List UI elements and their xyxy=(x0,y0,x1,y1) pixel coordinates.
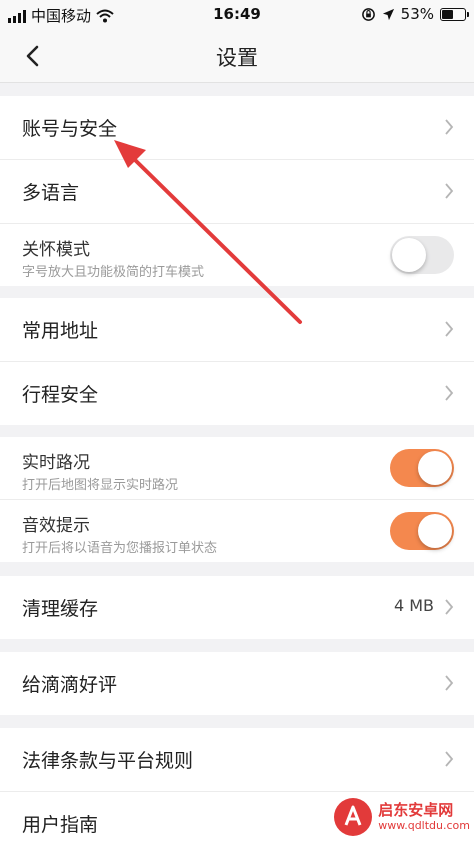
chevron-right-icon xyxy=(445,183,454,199)
watermark-logo-icon xyxy=(334,798,373,836)
page-title: 设置 xyxy=(216,46,258,70)
settings-row-legal-terms[interactable]: 法律条款与平台规则 xyxy=(0,728,474,792)
toggle-knob xyxy=(392,238,426,272)
settings-group-features: 实时路况 打开后地图将显示实时路况 音效提示 打开后将以语音为您播报订单状态 xyxy=(0,437,474,562)
settings-row-care-mode: 关怀模式 字号放大且功能极简的打车模式 xyxy=(0,224,474,286)
chevron-right-icon xyxy=(445,119,454,135)
row-label: 多语言 xyxy=(22,182,80,204)
settings-group-cache: 清理缓存 4 MB xyxy=(0,576,474,639)
live-traffic-toggle[interactable] xyxy=(390,449,454,487)
watermark: 启东安卓网 www.qdltdu.com xyxy=(333,797,470,837)
battery-percent: 53% xyxy=(400,5,434,23)
row-label: 常用地址 xyxy=(22,320,99,342)
settings-row-live-traffic: 实时路况 打开后地图将显示实时路况 xyxy=(0,437,474,500)
toggle-knob xyxy=(418,514,452,548)
row-label: 用户指南 xyxy=(22,814,99,836)
sound-prompt-toggle[interactable] xyxy=(390,512,454,550)
settings-row-sound-prompt: 音效提示 打开后将以语音为您播报订单状态 xyxy=(0,500,474,562)
chevron-right-icon xyxy=(445,751,454,767)
row-label: 清理缓存 xyxy=(22,598,99,620)
settings-row-common-addresses[interactable]: 常用地址 xyxy=(0,298,474,362)
care-mode-toggle[interactable] xyxy=(390,236,454,274)
cache-size: 4 MB xyxy=(393,596,434,615)
row-subtitle: 字号放大且功能极简的打车模式 xyxy=(22,265,205,280)
settings-group-trip: 常用地址 行程安全 xyxy=(0,298,474,425)
row-subtitle: 打开后地图将显示实时路况 xyxy=(22,478,179,493)
settings-row-rate-app[interactable]: 给滴滴好评 xyxy=(0,652,474,715)
toggle-knob xyxy=(418,451,452,485)
settings-row-clear-cache[interactable]: 清理缓存 4 MB xyxy=(0,576,474,639)
status-bar: 中国移动 16:49 53% xyxy=(0,0,474,30)
row-label: 行程安全 xyxy=(22,384,99,406)
row-label: 实时路况 xyxy=(22,453,90,473)
location-icon xyxy=(382,8,394,20)
chevron-right-icon xyxy=(445,599,454,615)
watermark-name: 启东安卓网 xyxy=(378,801,454,820)
row-subtitle: 打开后将以语音为您播报订单状态 xyxy=(22,541,218,556)
settings-row-account-security[interactable]: 账号与安全 xyxy=(0,96,474,160)
settings-row-language[interactable]: 多语言 xyxy=(0,160,474,224)
settings-group-account: 账号与安全 多语言 关怀模式 字号放大且功能极简的打车模式 xyxy=(0,96,474,286)
row-label: 给滴滴好评 xyxy=(22,674,118,696)
settings-group-review: 给滴滴好评 xyxy=(0,652,474,715)
row-label: 法律条款与平台规则 xyxy=(22,750,194,772)
row-label: 账号与安全 xyxy=(22,118,118,140)
chevron-right-icon xyxy=(445,321,454,337)
settings-row-trip-safety[interactable]: 行程安全 xyxy=(0,362,474,425)
watermark-url: www.qdltdu.com xyxy=(378,818,470,832)
chevron-right-icon xyxy=(445,675,454,691)
orientation-lock-icon xyxy=(361,7,375,21)
battery-icon xyxy=(440,7,469,21)
row-label: 音效提示 xyxy=(22,516,90,536)
row-label: 关怀模式 xyxy=(22,240,90,260)
nav-bar: 设置 xyxy=(0,30,474,83)
chevron-right-icon xyxy=(445,385,454,401)
